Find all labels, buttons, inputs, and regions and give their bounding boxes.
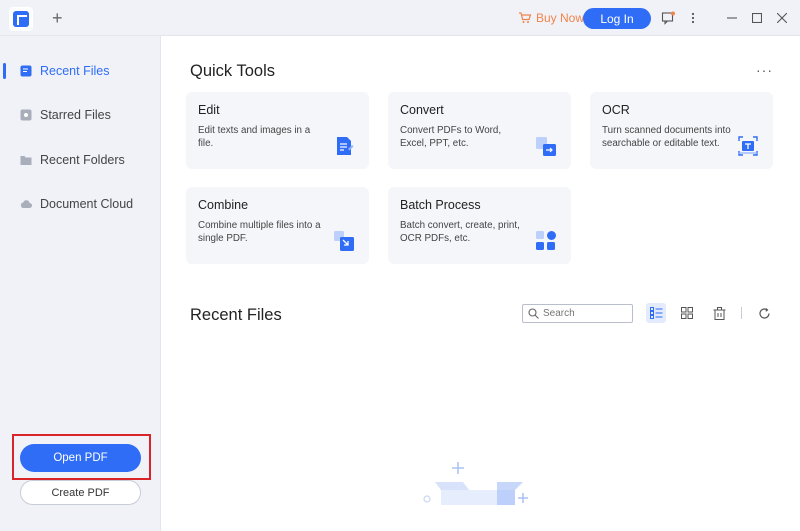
close-icon[interactable] — [773, 9, 791, 27]
combine-icon — [334, 231, 354, 251]
sidebar-item-label: Recent Folders — [40, 153, 125, 167]
open-pdf-button[interactable]: Open PDF — [20, 444, 141, 472]
sidebar-item-label: Starred Files — [40, 108, 111, 122]
sidebar-item-starred-files[interactable]: Starred Files — [0, 95, 161, 135]
create-pdf-button[interactable]: Create PDF — [20, 480, 141, 505]
search-input[interactable] — [543, 308, 628, 319]
sidebar-item-label: Recent Files — [40, 64, 110, 78]
folder-icon — [20, 156, 32, 165]
tool-card-edit[interactable]: Edit Edit texts and images in a file. — [186, 92, 369, 169]
card-description: Edit texts and images in a file. — [198, 125, 311, 149]
buy-now-label: Buy Now — [536, 11, 585, 25]
batch-delete-icon[interactable] — [709, 303, 729, 323]
search-box[interactable] — [522, 304, 633, 323]
maximize-icon[interactable] — [748, 9, 766, 27]
batch-process-icon — [536, 231, 556, 250]
message-icon[interactable] — [659, 9, 677, 27]
card-title: Combine — [198, 198, 249, 212]
more-vertical-icon[interactable] — [684, 9, 702, 27]
minimize-icon[interactable] — [723, 9, 741, 27]
tool-card-convert[interactable]: Convert Convert PDFs to Word, Excel, PPT… — [388, 92, 571, 169]
card-description: Batch convert, create, print, OCR PDFs, … — [400, 220, 520, 244]
toolbar-divider — [741, 307, 742, 319]
refresh-icon[interactable] — [754, 303, 774, 323]
empty-folder-illustration — [423, 462, 528, 505]
sidebar-item-recent-files[interactable]: Recent Files — [0, 51, 161, 91]
app-logo-icon[interactable] — [9, 7, 33, 31]
card-title: Convert — [400, 103, 444, 117]
card-title: Batch Process — [400, 198, 481, 212]
recent-files-title: Recent Files — [190, 306, 282, 324]
tool-card-ocr[interactable]: OCR Turn scanned documents into searchab… — [590, 92, 773, 169]
quick-tools-title: Quick Tools — [190, 62, 275, 80]
card-title: OCR — [602, 103, 630, 117]
star-icon — [20, 109, 32, 121]
list-view-icon[interactable] — [646, 303, 666, 323]
card-description: Turn scanned documents into searchable o… — [602, 125, 731, 149]
tool-card-batch-process[interactable]: Batch Process Batch convert, create, pri… — [388, 187, 571, 264]
buy-now-link[interactable]: Buy Now — [518, 11, 584, 25]
ocr-scan-icon — [738, 136, 758, 156]
tool-card-combine[interactable]: Combine Combine multiple files into a si… — [186, 187, 369, 264]
edit-doc-icon — [337, 137, 354, 155]
sidebar-item-document-cloud[interactable]: Document Cloud — [0, 184, 161, 224]
sidebar-item-recent-folders[interactable]: Recent Folders — [0, 140, 161, 180]
log-in-button[interactable]: Log In — [583, 8, 651, 29]
more-options-icon[interactable]: ··· — [756, 62, 773, 78]
new-tab-plus-icon[interactable]: + — [52, 9, 63, 27]
title-bar: + Buy Now Log In — [0, 0, 800, 36]
cart-icon — [519, 12, 532, 23]
grid-view-icon[interactable] — [677, 303, 697, 323]
recent-files-icon — [20, 65, 32, 77]
convert-icon — [536, 137, 556, 156]
search-icon — [528, 308, 539, 319]
card-description: Combine multiple files into a single PDF… — [198, 220, 321, 244]
card-title: Edit — [198, 103, 220, 117]
card-description: Convert PDFs to Word, Excel, PPT, etc. — [400, 125, 502, 149]
sidebar-item-label: Document Cloud — [40, 197, 134, 211]
cloud-icon — [20, 200, 32, 208]
